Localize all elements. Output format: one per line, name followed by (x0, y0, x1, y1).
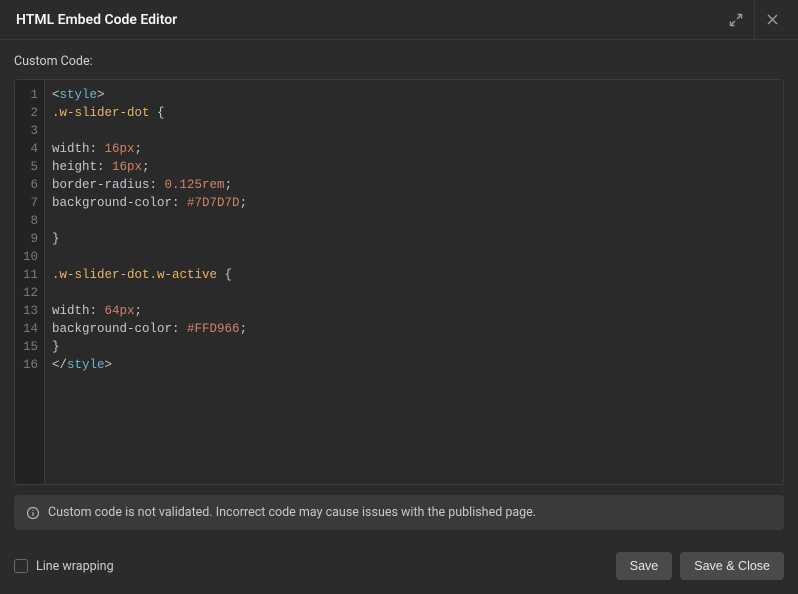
line-number: 16 (15, 356, 44, 374)
line-number: 1 (15, 86, 44, 104)
line-number: 13 (15, 302, 44, 320)
notice-text: Custom code is not validated. Incorrect … (48, 505, 536, 520)
code-line[interactable]: <style> (52, 86, 776, 104)
code-line[interactable]: height: 16px; (52, 158, 776, 176)
line-gutter: 12345678910111213141516 (15, 80, 45, 484)
code-line[interactable]: } (52, 338, 776, 356)
line-number: 12 (15, 284, 44, 302)
header-actions (718, 0, 790, 39)
editor-footer: Line wrapping Save Save & Close (0, 544, 798, 594)
code-line[interactable] (52, 248, 776, 266)
line-number: 4 (15, 140, 44, 158)
line-number: 15 (15, 338, 44, 356)
code-line[interactable]: .w-slider-dot { (52, 104, 776, 122)
line-number: 6 (15, 176, 44, 194)
code-line[interactable]: background-color: #FFD966; (52, 320, 776, 338)
code-line[interactable]: width: 64px; (52, 302, 776, 320)
editor-header: HTML Embed Code Editor (0, 0, 798, 40)
code-editor[interactable]: 12345678910111213141516 <style>.w-slider… (14, 79, 784, 485)
line-number: 3 (15, 122, 44, 140)
code-line[interactable]: background-color: #7D7D7D; (52, 194, 776, 212)
line-number: 8 (15, 212, 44, 230)
code-line[interactable]: } (52, 230, 776, 248)
footer-left: Line wrapping (14, 559, 114, 574)
line-wrapping-label[interactable]: Line wrapping (36, 559, 114, 574)
close-icon (766, 13, 779, 26)
line-number: 9 (15, 230, 44, 248)
editor-title: HTML Embed Code Editor (16, 12, 177, 28)
line-wrapping-checkbox[interactable] (14, 559, 28, 573)
code-area[interactable]: <style>.w-slider-dot { width: 16px;height… (45, 80, 783, 484)
line-number: 2 (15, 104, 44, 122)
code-line[interactable]: </style> (52, 356, 776, 374)
code-line[interactable]: .w-slider-dot.w-active { (52, 266, 776, 284)
info-icon (26, 506, 40, 520)
line-number: 14 (15, 320, 44, 338)
expand-button[interactable] (718, 0, 754, 39)
custom-code-label: Custom Code: (14, 54, 784, 69)
code-line[interactable]: border-radius: 0.125rem; (52, 176, 776, 194)
save-close-button[interactable]: Save & Close (680, 552, 784, 580)
code-line[interactable] (52, 284, 776, 302)
code-line[interactable] (52, 212, 776, 230)
line-number: 10 (15, 248, 44, 266)
footer-right: Save Save & Close (616, 552, 784, 580)
save-button[interactable]: Save (616, 552, 673, 580)
code-line[interactable]: width: 16px; (52, 140, 776, 158)
line-number: 11 (15, 266, 44, 284)
line-number: 5 (15, 158, 44, 176)
code-line[interactable] (52, 122, 776, 140)
validation-notice: Custom code is not validated. Incorrect … (14, 495, 784, 530)
expand-icon (729, 13, 743, 27)
editor-content: Custom Code: 12345678910111213141516 <st… (0, 40, 798, 544)
line-number: 7 (15, 194, 44, 212)
close-button[interactable] (754, 0, 790, 39)
